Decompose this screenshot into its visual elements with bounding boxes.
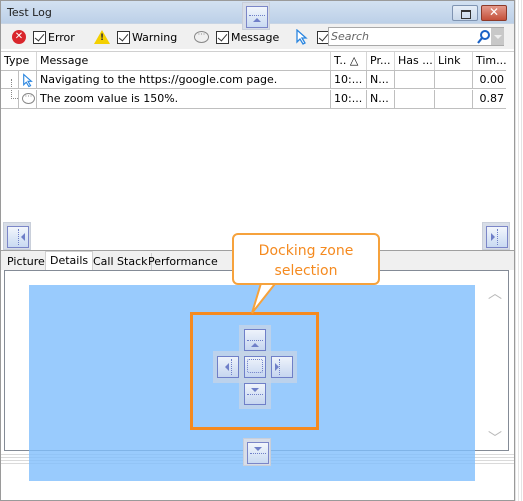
row-time: 10:... bbox=[331, 90, 367, 108]
column-header-message[interactable]: Message bbox=[37, 52, 331, 70]
error-checkbox[interactable] bbox=[33, 30, 46, 44]
table-row[interactable]: Navigating to the https://google.com pag… bbox=[1, 70, 506, 89]
row-priority: N... bbox=[367, 71, 395, 89]
search-box[interactable] bbox=[328, 27, 504, 46]
tab-details[interactable]: Details bbox=[45, 251, 94, 272]
close-icon: ✕ bbox=[489, 5, 500, 19]
row-message: Navigating to the https://google.com pag… bbox=[37, 71, 331, 89]
window-title: Test Log bbox=[7, 6, 52, 19]
arrow-up-icon bbox=[251, 343, 259, 347]
row-has bbox=[395, 71, 435, 89]
event-cursor-icon bbox=[23, 73, 33, 88]
error-filter-label: Error bbox=[48, 30, 75, 44]
search-icon[interactable] bbox=[477, 29, 491, 44]
dock-guide-bottom[interactable] bbox=[244, 383, 266, 405]
dock-guide-right[interactable] bbox=[271, 356, 293, 378]
row-message: The zoom value is 150%. bbox=[37, 90, 331, 108]
callout-text-line1: Docking zone bbox=[258, 243, 354, 259]
column-header-time[interactable]: T.. △ bbox=[331, 52, 367, 70]
restore-button[interactable] bbox=[452, 5, 478, 21]
warning-checkbox[interactable] bbox=[117, 30, 130, 44]
row-time-elapsed: 0.87 bbox=[479, 92, 505, 105]
message-icon: ··· bbox=[194, 31, 209, 43]
row-link bbox=[435, 71, 473, 89]
dock-hint-left[interactable] bbox=[3, 222, 31, 250]
tab-call-stack[interactable]: Call Stack bbox=[89, 253, 153, 271]
row-time: 10:... bbox=[331, 71, 367, 89]
row-priority: N... bbox=[367, 90, 395, 108]
dock-hint-bottom[interactable] bbox=[243, 438, 271, 466]
arrow-right-icon bbox=[275, 363, 279, 371]
row-time-elapsed: 0.00 bbox=[479, 73, 505, 86]
dock-hint-right[interactable] bbox=[482, 222, 510, 250]
column-header-link[interactable]: Link bbox=[435, 52, 473, 70]
callout-text: Docking zone selection bbox=[234, 241, 378, 281]
dock-top-glyph bbox=[246, 6, 268, 28]
scroll-up-icon[interactable]: ︿ bbox=[488, 287, 502, 301]
column-header-type[interactable]: Type bbox=[1, 52, 37, 70]
column-header-priority[interactable]: Pr... bbox=[367, 52, 395, 70]
message-filter-label: Message bbox=[231, 30, 280, 44]
event-cursor-icon bbox=[296, 29, 308, 45]
message-filter[interactable]: ··· Message bbox=[194, 29, 279, 45]
callout-tooltip: Docking zone selection bbox=[232, 233, 380, 285]
event-filter[interactable] bbox=[295, 29, 332, 45]
table-row[interactable]: ··· The zoom value is 150%. 10:... N... … bbox=[1, 90, 506, 109]
arrow-right-icon bbox=[491, 233, 495, 241]
error-filter[interactable]: ✕ Error bbox=[12, 29, 75, 45]
row-type-cell: ··· bbox=[18, 90, 37, 108]
dock-right-glyph bbox=[486, 226, 508, 248]
log-grid: Type Message T.. △ Pr... Has ... Link Ti… bbox=[1, 51, 514, 241]
message-checkbox[interactable] bbox=[216, 30, 229, 44]
row-link bbox=[435, 90, 473, 108]
message-icon: ··· bbox=[22, 93, 35, 104]
scroll-down-icon[interactable]: ﹀ bbox=[488, 432, 502, 446]
callout-pointer bbox=[251, 280, 282, 314]
dock-bottom-glyph bbox=[247, 442, 269, 464]
arrow-up-icon bbox=[253, 18, 261, 22]
search-dropdown-button[interactable] bbox=[491, 28, 504, 45]
tab-performance-counters[interactable]: Performance Cou bbox=[144, 253, 234, 271]
docking-guide-cross bbox=[213, 325, 297, 409]
column-header-time-elapsed[interactable]: Tim... bbox=[473, 52, 507, 70]
error-icon: ✕ bbox=[12, 30, 26, 44]
arrow-down-icon bbox=[251, 388, 259, 392]
tab-picture[interactable]: Picture bbox=[3, 253, 50, 271]
warning-filter-label: Warning bbox=[132, 30, 178, 44]
column-header-has[interactable]: Has ... bbox=[395, 52, 435, 70]
tabbed-document-icon bbox=[247, 359, 263, 373]
dock-hint-top[interactable] bbox=[242, 2, 270, 30]
dock-guide-top[interactable] bbox=[244, 329, 266, 351]
arrow-left-icon bbox=[21, 233, 25, 241]
close-button[interactable]: ✕ bbox=[481, 5, 507, 21]
row-has bbox=[395, 90, 435, 108]
callout-text-line2: selection bbox=[274, 263, 338, 279]
dock-guide-left[interactable] bbox=[217, 356, 239, 378]
warning-filter[interactable]: ! Warning bbox=[94, 29, 177, 45]
arrow-down-icon bbox=[254, 447, 262, 451]
arrow-left-icon bbox=[225, 363, 229, 371]
warning-icon: ! bbox=[94, 30, 110, 44]
dock-guide-center[interactable] bbox=[244, 356, 266, 378]
search-input[interactable] bbox=[331, 29, 471, 44]
window-edge bbox=[514, 0, 523, 501]
dock-left-glyph bbox=[7, 226, 29, 248]
row-type-cell bbox=[18, 71, 37, 89]
